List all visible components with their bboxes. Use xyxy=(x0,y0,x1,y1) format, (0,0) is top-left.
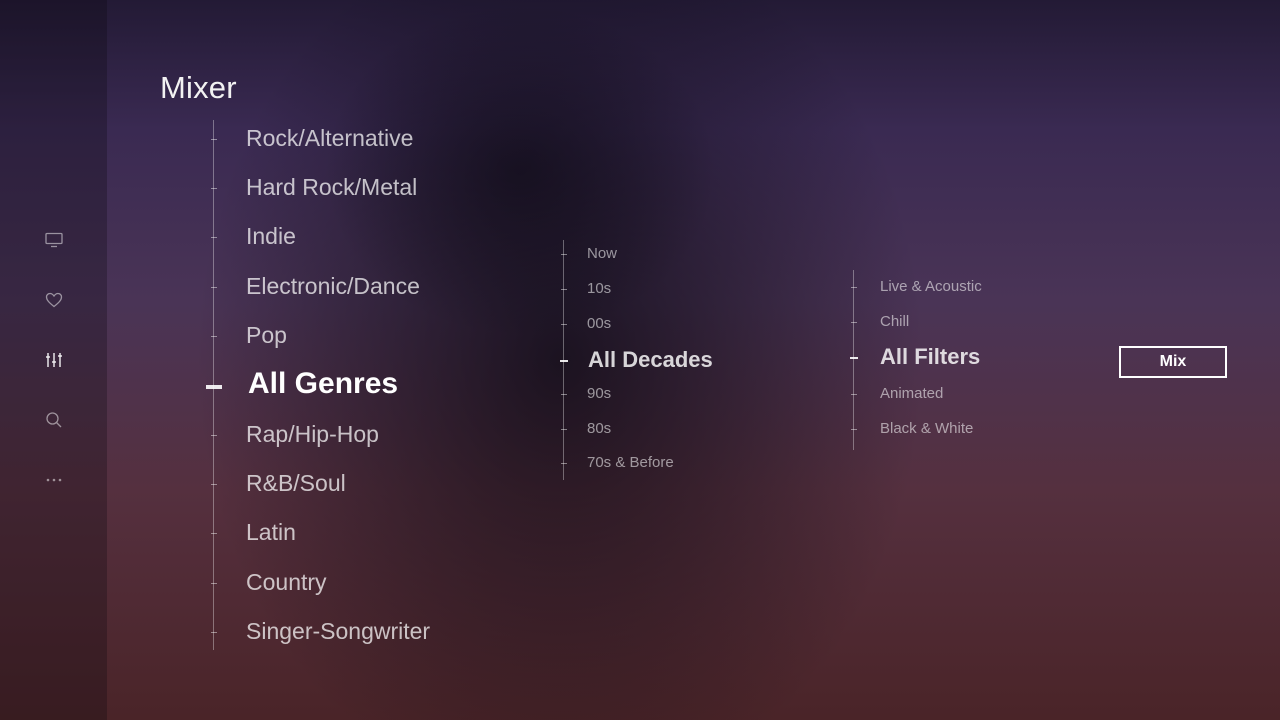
genres-option[interactable]: Rock/Alternative xyxy=(246,125,413,152)
mixer-sliders-icon[interactable] xyxy=(44,350,64,370)
filters-option[interactable]: Black & White xyxy=(880,420,973,437)
decades-tick xyxy=(560,289,567,290)
decades-tick xyxy=(560,429,567,430)
genres-tick xyxy=(210,435,217,436)
decades-tick xyxy=(560,463,567,464)
filters-tick xyxy=(849,357,858,359)
filters-tick xyxy=(850,429,857,430)
mix-button[interactable]: Mix xyxy=(1119,346,1227,378)
genres-option[interactable]: R&B/Soul xyxy=(246,470,346,497)
genres-tick xyxy=(210,139,217,140)
filters-option[interactable]: Chill xyxy=(880,313,909,330)
filters-tick xyxy=(850,287,857,288)
decades-option[interactable]: 10s xyxy=(587,280,611,297)
filters-tick xyxy=(850,322,857,323)
filters-tick xyxy=(850,394,857,395)
filters-option-selected[interactable]: All Filters xyxy=(880,344,980,370)
more-icon[interactable] xyxy=(44,470,64,490)
genres-tick xyxy=(210,583,217,584)
decades-option[interactable]: 80s xyxy=(587,420,611,437)
genres-tick xyxy=(210,632,217,633)
genres-tick xyxy=(210,533,217,534)
genres-tick xyxy=(210,188,217,189)
decades-tick xyxy=(560,254,567,255)
filters-option[interactable]: Live & Acoustic xyxy=(880,278,982,295)
genres-option[interactable]: Indie xyxy=(246,223,296,250)
genres-option[interactable]: Hard Rock/Metal xyxy=(246,174,417,201)
heart-icon[interactable] xyxy=(44,290,64,310)
decades-option[interactable]: 90s xyxy=(587,385,611,402)
decades-tick xyxy=(559,360,568,362)
decades-option[interactable]: 00s xyxy=(587,315,611,332)
decades-option[interactable]: 70s & Before xyxy=(587,454,674,471)
page-title: Mixer xyxy=(160,70,237,105)
genres-tick xyxy=(210,484,217,485)
genres-tick xyxy=(210,237,217,238)
genres-option[interactable]: Singer-Songwriter xyxy=(246,618,430,645)
decades-option[interactable]: Now xyxy=(587,245,617,262)
genres-option[interactable]: Latin xyxy=(246,519,296,546)
genres-option[interactable]: Rap/Hip-Hop xyxy=(246,421,379,448)
genres-tick xyxy=(210,336,217,337)
decades-option-selected[interactable]: All Decades xyxy=(588,347,713,373)
genres-tick xyxy=(205,385,222,389)
genres-option[interactable]: Electronic/Dance xyxy=(246,273,420,300)
decades-tick xyxy=(560,394,567,395)
filters-option[interactable]: Animated xyxy=(880,385,943,402)
genres-option[interactable]: Country xyxy=(246,569,327,596)
search-icon[interactable] xyxy=(44,410,64,430)
tv-icon[interactable] xyxy=(44,230,64,250)
genres-option-selected[interactable]: All Genres xyxy=(248,367,398,401)
sidebar-nav xyxy=(0,0,107,720)
genres-option[interactable]: Pop xyxy=(246,322,287,349)
decades-tick xyxy=(560,324,567,325)
genres-tick xyxy=(210,287,217,288)
